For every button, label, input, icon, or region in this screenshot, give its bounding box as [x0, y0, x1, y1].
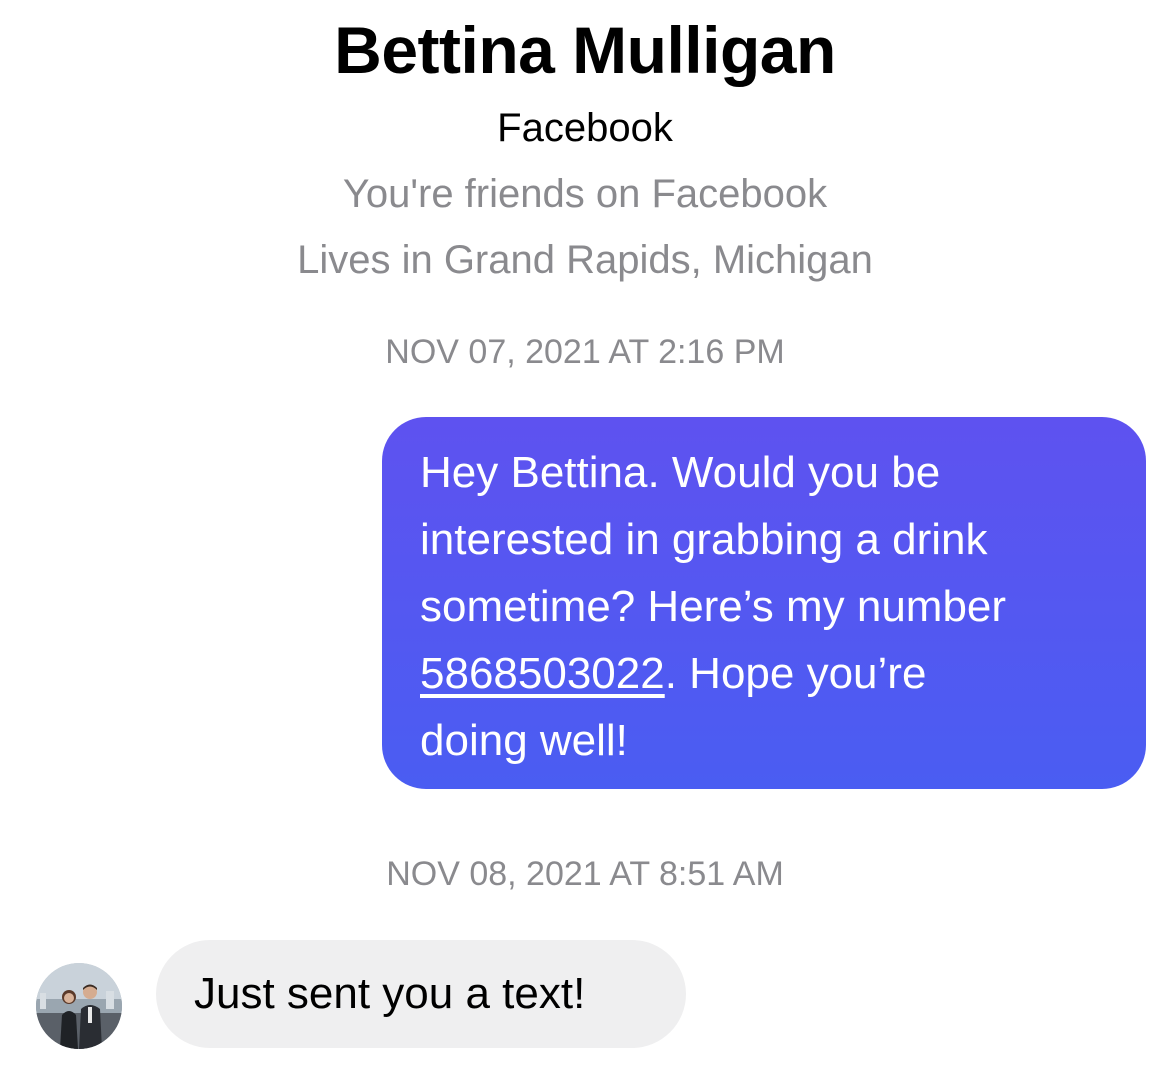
message-line: doing well! — [420, 716, 628, 765]
friendship-status: You're friends on Facebook — [342, 172, 828, 216]
message-line-with-link: 5868503022. Hope you’re — [420, 640, 1116, 707]
incoming-message-bubble[interactable]: Just sent you a text! — [156, 940, 686, 1048]
message-fragment: . Hope you’re — [664, 649, 927, 698]
phone-number-link[interactable]: 5868503022 — [420, 649, 665, 698]
profile-name[interactable]: Bettina Mulligan — [0, 10, 1170, 90]
profile-platform: Facebook — [497, 106, 673, 150]
message-line: Hey Bettina. Would you be — [420, 448, 941, 497]
outgoing-message-bubble[interactable]: Hey Bettina. Would you be interested in … — [382, 417, 1146, 789]
contact-avatar[interactable] — [36, 963, 122, 1049]
avatar-photo-icon — [36, 963, 122, 1049]
message-timestamp: NOV 07, 2021 AT 2:16 PM — [385, 333, 785, 371]
message-line: sometime? Here’s my number — [420, 582, 1007, 631]
message-line: interested in grabbing a drink — [420, 515, 988, 564]
profile-location: Lives in Grand Rapids, Michigan — [297, 238, 873, 282]
message-timestamp: NOV 08, 2021 AT 8:51 AM — [386, 855, 784, 893]
